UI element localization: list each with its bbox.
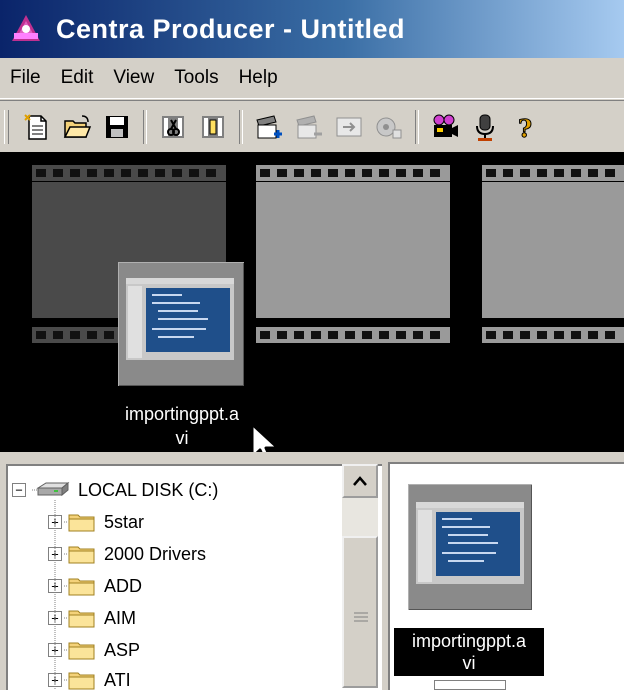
film-sprockets [256,162,450,184]
film-frame[interactable] [256,152,450,352]
toolbar-separator [239,110,243,144]
file-tree-panel[interactable]: − LOCAL DISK (C:) + 5star + [6,464,382,690]
mouse-cursor-icon [248,422,288,452]
tree-folder-label: ADD [104,576,142,597]
folder-icon [64,669,98,690]
help-button[interactable]: ? [505,107,545,147]
scroll-up-button[interactable] [342,464,378,498]
film-frame[interactable] [482,152,624,352]
add-slide-button[interactable] [249,107,289,147]
microphone-button[interactable] [465,107,505,147]
add-slide-icon [254,112,284,142]
film-sprockets [32,162,226,184]
toolbar: ? [0,100,624,153]
export-icon [334,112,364,142]
tree-folder-row[interactable]: + 2000 Drivers [48,538,206,570]
open-button[interactable] [57,107,97,147]
clip-bin-panel[interactable]: importingppt.a vi [388,462,624,690]
toolbar-separator [143,110,147,144]
cut-clip-button[interactable] [153,107,193,147]
toolbar-separator [415,110,419,144]
export-button[interactable] [329,107,369,147]
cut-clip-icon [158,112,188,142]
scroll-grip-icon [354,612,368,622]
scroll-thumb[interactable] [342,536,378,688]
split-clip-button[interactable] [193,107,233,147]
tree-folder-row[interactable]: + AIM [48,602,136,634]
tree-folder-row[interactable]: + ASP [48,634,140,666]
slide-preview-image [118,262,244,386]
save-button[interactable] [97,107,137,147]
menu-bar: File Edit View Tools Help [0,58,624,99]
save-icon [102,112,132,142]
dragged-clip-label: importingppt.a vi [92,402,272,450]
menu-help[interactable]: Help [229,58,288,98]
remove-slide-button[interactable] [289,107,329,147]
hard-drive-icon [32,480,72,500]
tree-root-row[interactable]: − LOCAL DISK (C:) [12,474,218,506]
tree-folder-label: ASP [104,640,140,661]
effects-icon [374,112,404,142]
remove-slide-icon [294,112,324,142]
window-title: Centra Producer - Untitled [56,14,405,45]
new-document-icon [22,112,52,142]
tree-folder-row[interactable]: + ADD [48,570,142,602]
collapse-icon[interactable]: − [12,483,26,497]
clip-label-line1: importingppt.a [394,630,544,652]
lower-pane: − LOCAL DISK (C:) + 5star + [0,452,624,688]
tree-folder-label: ATI [104,670,131,690]
tree-vertical-scrollbar[interactable] [342,464,378,688]
tree-root-label: LOCAL DISK (C:) [78,480,218,501]
menu-tools[interactable]: Tools [164,58,228,98]
microphone-icon [470,112,500,142]
folder-icon [64,511,98,533]
selected-clip-label[interactable]: importingppt.a vi [394,628,544,676]
menu-edit[interactable]: Edit [51,58,104,98]
tree-connector-line [54,500,56,690]
tree-folder-row[interactable]: + ATI [48,664,131,690]
dragged-clip-label-line2: vi [92,426,272,450]
dragged-clip-label-line1: importingppt.a [92,402,272,426]
video-camera-icon [430,112,460,142]
tree-folder-label: 5star [104,512,144,533]
frame-body [482,182,624,318]
dragged-clip-thumbnail[interactable] [118,262,244,386]
folder-icon [64,639,98,661]
slide-preview-image [408,484,532,610]
frame-body [256,182,450,318]
centra-app-icon[interactable] [8,11,44,47]
folder-icon [64,607,98,629]
tree-folder-label: 2000 Drivers [104,544,206,565]
open-folder-icon [62,112,92,142]
clip-thumbnail[interactable] [408,484,532,610]
new-button[interactable] [17,107,57,147]
tree-folder-label: AIM [104,608,136,629]
folder-icon [64,543,98,565]
svg-text:?: ? [518,114,532,142]
menu-file[interactable]: File [0,58,51,98]
film-sprockets [256,324,450,346]
video-camera-button[interactable] [425,107,465,147]
split-clip-icon [198,112,228,142]
tree-folder-row[interactable]: + 5star [48,506,144,538]
effects-button[interactable] [369,107,409,147]
folder-icon [64,575,98,597]
film-sprockets [482,162,624,184]
menu-view[interactable]: View [103,58,164,98]
next-clip-thumbnail-edge [434,680,506,690]
storyboard-filmstrip[interactable]: importingppt.a vi [0,152,624,452]
clip-label-line2: vi [394,652,544,674]
arrow-up-icon [353,476,367,486]
toolbar-grip[interactable] [4,110,9,144]
film-sprockets [482,324,624,346]
help-icon: ? [510,112,540,142]
title-bar: Centra Producer - Untitled [0,0,624,58]
